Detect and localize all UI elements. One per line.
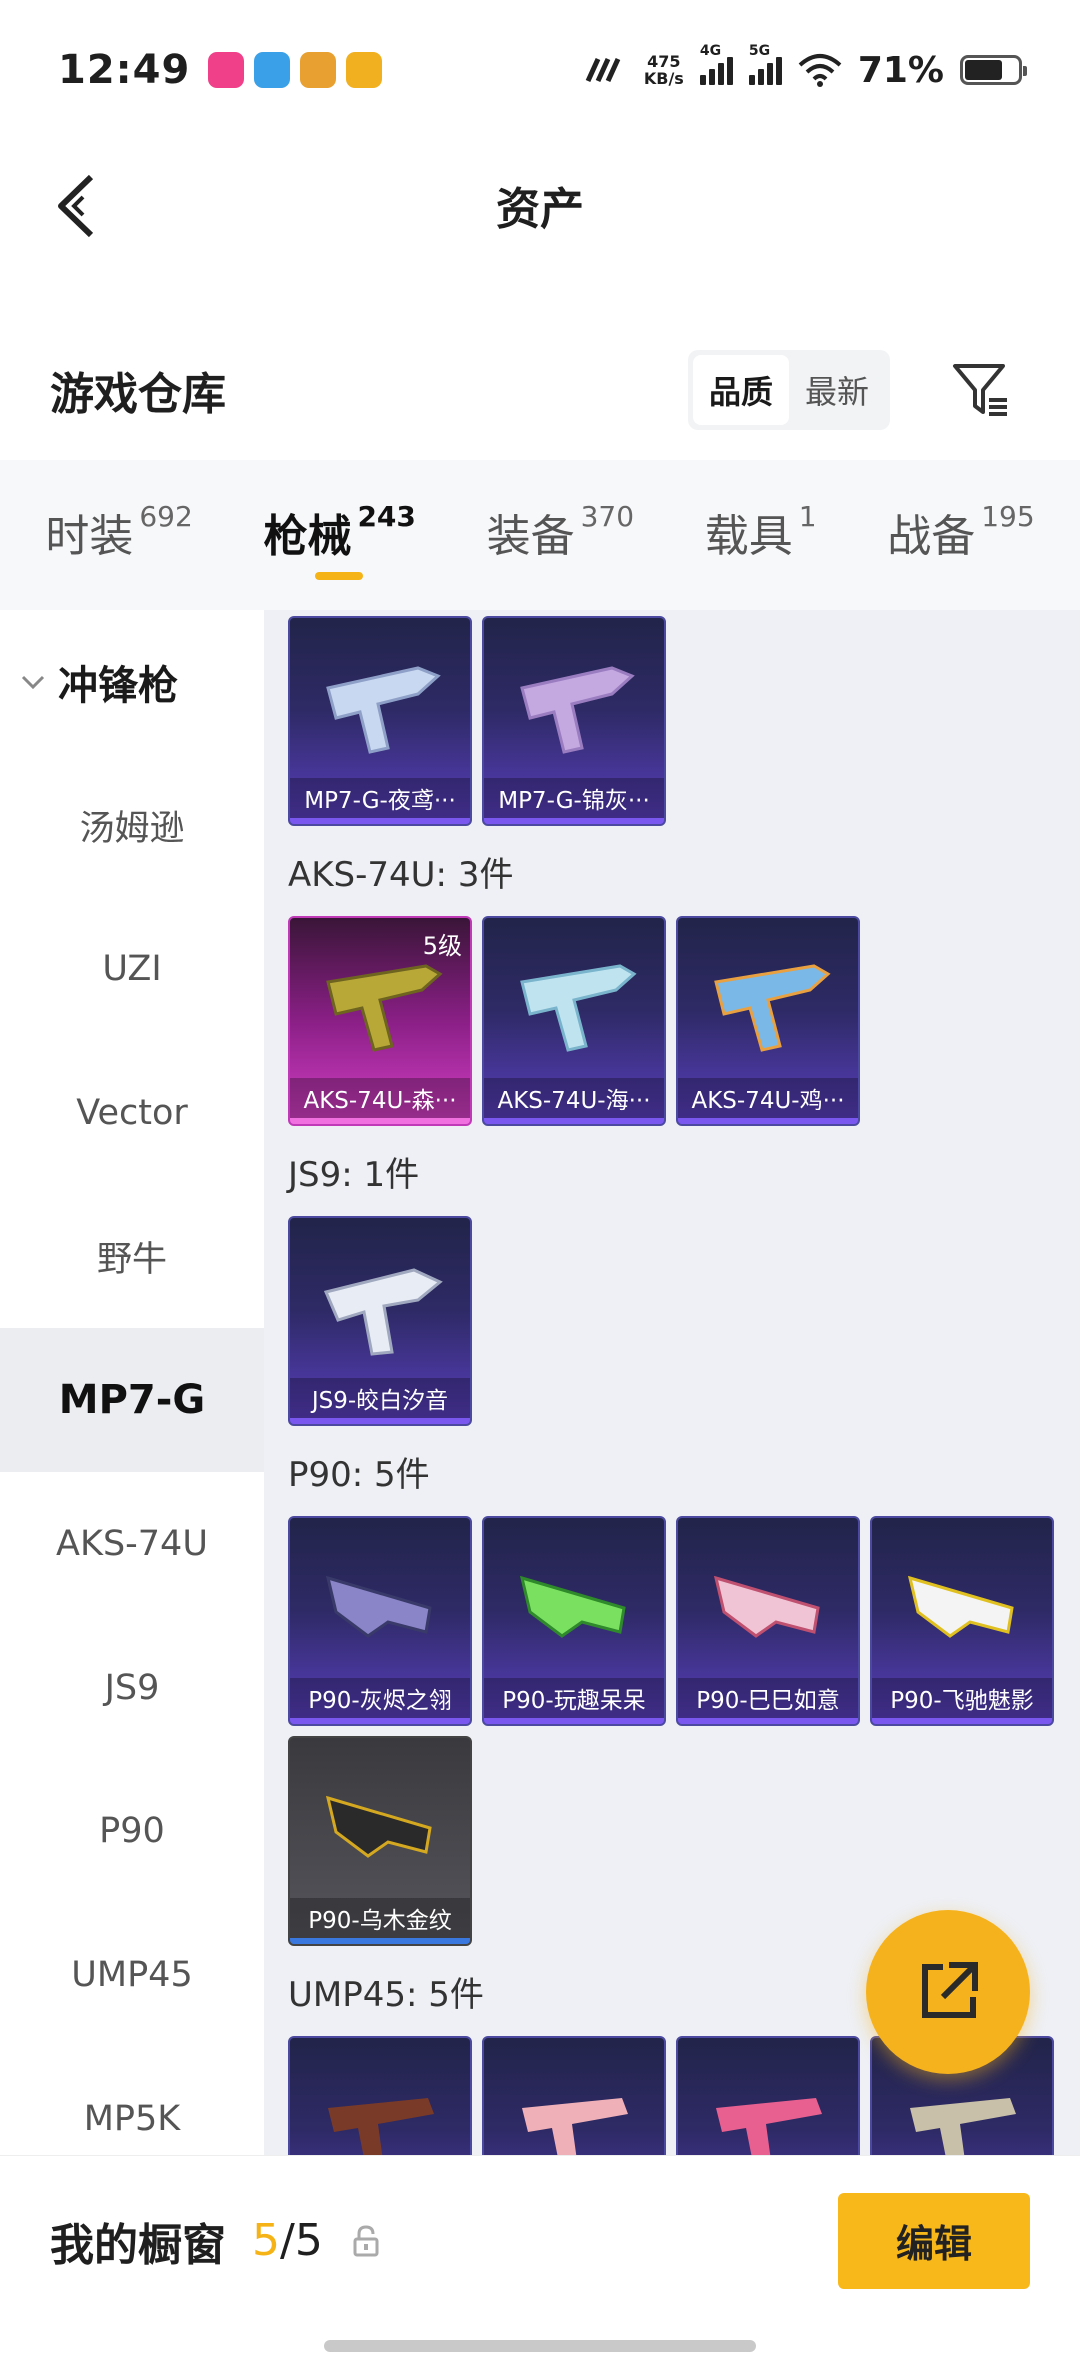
clock: 12:49 [58,47,191,93]
app-notification-icon [254,52,291,88]
weapon-card[interactable]: P90-飞驰魅影 [870,1516,1054,1726]
weapon-card[interactable]: AKS-74U-海··· [482,916,666,1126]
sidebar-group-smg[interactable]: 冲锋枪 [0,610,264,754]
smg-skin-icon [522,2098,628,2155]
status-bar: 12:49 475 KB/s 4G 5G 71% [0,0,1080,140]
smg-skin-icon [326,964,443,1052]
back-arrow-icon [58,174,94,238]
smg-skin-icon [323,1268,443,1356]
signal-4g-icon: 4G [699,43,733,85]
nav-bar: 资产 [0,140,1080,270]
warehouse-header: 游戏仓库 品质 最新 [0,330,1080,450]
signal-5g-icon: 5G [748,43,782,85]
tab-fashion[interactable]: 时装 692 [45,500,192,564]
sidebar-item-bizon[interactable]: 野牛 [0,1185,264,1329]
weapon-card[interactable]: P90-乌木金纹 [288,1736,472,1946]
smg-skin-icon [325,1795,432,1858]
sidebar-item-p90[interactable]: P90 [0,1760,264,1904]
back-button[interactable] [40,168,110,244]
smg-skin-icon [910,2098,1016,2155]
showcase-bar: 我的橱窗 5/5 编辑 [0,2155,1080,2325]
smg-skin-icon [907,1575,1014,1638]
sort-toggle: 品质 最新 [687,350,890,430]
smg-skin-icon [520,964,637,1052]
weapon-card[interactable]: MP7-G-夜鸢··· [288,616,472,826]
active-tab-indicator [315,572,364,580]
weapon-card[interactable] [676,2036,860,2155]
smg-skin-icon [713,1575,820,1638]
sidebar-item-vector[interactable]: Vector [0,1041,264,1185]
share-icon [922,1962,978,2018]
weapon-card[interactable] [288,2036,472,2155]
chevron-down-icon [21,675,45,689]
smg-skin-icon [714,964,831,1052]
share-button[interactable] [866,1910,1030,2074]
smg-skin-icon [716,2098,822,2155]
smg-skin-icon [325,1575,432,1638]
group-title-aks74u: AKS-74U: 3件 [288,854,514,895]
mp7g-grid: MP7-G-夜鸢··· MP7-G-锦灰··· [288,616,1080,826]
smg-skin-icon [326,666,441,754]
smg-skin-icon [520,666,635,754]
app-notification-icon [346,52,383,88]
weapon-card[interactable]: JS9-皎白汐音 [288,1216,472,1426]
network-speed: 475 KB/s [643,52,684,88]
battery-icon [960,55,1027,85]
group-title-p90: P90: 5件 [288,1454,430,1495]
nfc-icon [585,57,621,83]
sort-quality-button[interactable]: 品质 [692,355,789,425]
tab-supplies[interactable]: 战备 195 [887,500,1034,564]
filter-button[interactable] [946,355,1016,425]
battery-percent: 71% [857,49,944,91]
weapon-type-sidebar: 冲锋枪 汤姆逊 UZI Vector 野牛 MP7-G AKS-74U JS9 … [0,610,264,2155]
page-title: 资产 [496,184,584,235]
tab-vehicles[interactable]: 载具 1 [705,500,817,564]
smg-skin-icon [328,2098,434,2155]
lock-icon [353,2224,379,2256]
notification-icons [208,52,383,88]
aks74u-grid: 5级 AKS-74U-森··· AKS-74U-海··· AKS-74U-鸡··… [288,916,1080,1126]
sidebar-item-js9[interactable]: JS9 [0,1616,264,1760]
showcase-label: 我的橱窗 [50,2219,226,2271]
showcase-count: 5/5 [252,2215,323,2266]
weapon-card[interactable]: P90-灰烬之翎 [288,1516,472,1726]
weapon-card[interactable]: P90-巳巳如意 [676,1516,860,1726]
wifi-icon [798,54,842,87]
js9-grid: JS9-皎白汐音 [288,1216,1080,1426]
weapon-card[interactable]: MP7-G-锦灰··· [482,616,666,826]
sort-latest-button[interactable]: 最新 [789,355,885,425]
sidebar-item-mp7g[interactable]: MP7-G [0,1328,264,1473]
app-notification-icon [300,52,337,88]
tab-guns[interactable]: 枪械 243 [263,500,416,580]
weapon-card[interactable]: P90-玩趣呆呆 [482,1516,666,1726]
weapon-card[interactable]: AKS-74U-鸡··· [676,916,860,1126]
sidebar-item-uzi[interactable]: UZI [0,897,264,1041]
p90-grid: P90-灰烬之翎 P90-玩趣呆呆 P90-巳巳如意 P90-飞驰魅影 P90-… [288,1516,1080,1946]
weapon-card[interactable] [482,2036,666,2155]
category-tabs: 时装 692 枪械 243 装备 370 载具 1 战备 195 [0,460,1080,610]
section-title: 游戏仓库 [50,369,226,420]
filter-icon [953,364,1007,416]
sidebar-item-thompson[interactable]: 汤姆逊 [0,754,264,898]
smg-skin-icon [519,1575,626,1638]
home-indicator[interactable] [324,2340,756,2352]
group-title-js9: JS9: 1件 [288,1154,420,1195]
sidebar-item-aks74u[interactable]: AKS-74U [0,1472,264,1616]
app-notification-icon [208,52,245,88]
weapon-card[interactable]: 5级 AKS-74U-森··· [288,916,472,1126]
status-icons: 475 KB/s 4G 5G 71% [584,43,1027,91]
edit-button[interactable]: 编辑 [838,2192,1030,2289]
sidebar-item-ump45[interactable]: UMP45 [0,1903,264,2047]
tab-equipment[interactable]: 装备 370 [487,500,634,564]
